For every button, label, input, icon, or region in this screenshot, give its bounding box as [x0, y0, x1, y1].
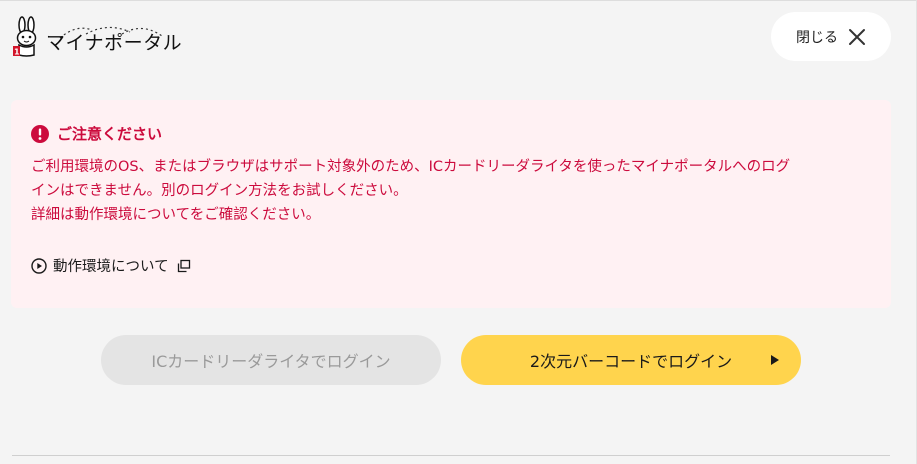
barcode-login-button[interactable]: 2次元バーコードでログイン: [461, 335, 801, 385]
bottom-divider: [12, 455, 890, 456]
logo-text: マイナポータル: [46, 32, 183, 54]
ic-card-login-label: ICカードリーダライタでログイン: [151, 352, 391, 371]
close-label: 閉じる: [796, 29, 838, 46]
alert-body: ご利用環境のOS、またはブラウザはサポート対象外のため、ICカードリーダライタを…: [31, 155, 876, 227]
play-circle-icon: [31, 257, 47, 274]
mascot-rabbit-icon: 1: [13, 16, 37, 57]
alert-title-row: ご注意ください: [31, 123, 162, 144]
ic-card-login-button[interactable]: ICカードリーダライタでログイン: [101, 335, 441, 385]
alert-title: ご注意ください: [57, 125, 163, 143]
alert-box: ご注意ください ご利用環境のOS、またはブラウザはサポート対象外のため、ICカー…: [11, 100, 891, 308]
alert-body-line: ご利用環境のOS、またはブラウザはサポート対象外のため、ICカードリーダライタを…: [31, 159, 791, 175]
exclamation-circle-icon: [31, 124, 49, 143]
external-window-icon: [177, 259, 190, 272]
top-border: [0, 0, 917, 1]
alert-body-line: インはできません。別のログイン方法をお試しください。: [31, 183, 408, 199]
environment-link-label: 動作環境について: [53, 259, 169, 275]
close-button[interactable]: 閉じる: [771, 12, 891, 61]
triangle-right-icon: [771, 355, 779, 365]
barcode-login-label: 2次元バーコードでログイン: [529, 352, 733, 371]
alert-body-line: 詳細は動作環境についてをご確認ください。: [31, 207, 321, 223]
logo: 1 マイナポータル: [10, 14, 182, 58]
svg-text:1: 1: [14, 48, 20, 57]
close-icon: [849, 28, 865, 45]
environment-link[interactable]: 動作環境について: [31, 255, 191, 276]
